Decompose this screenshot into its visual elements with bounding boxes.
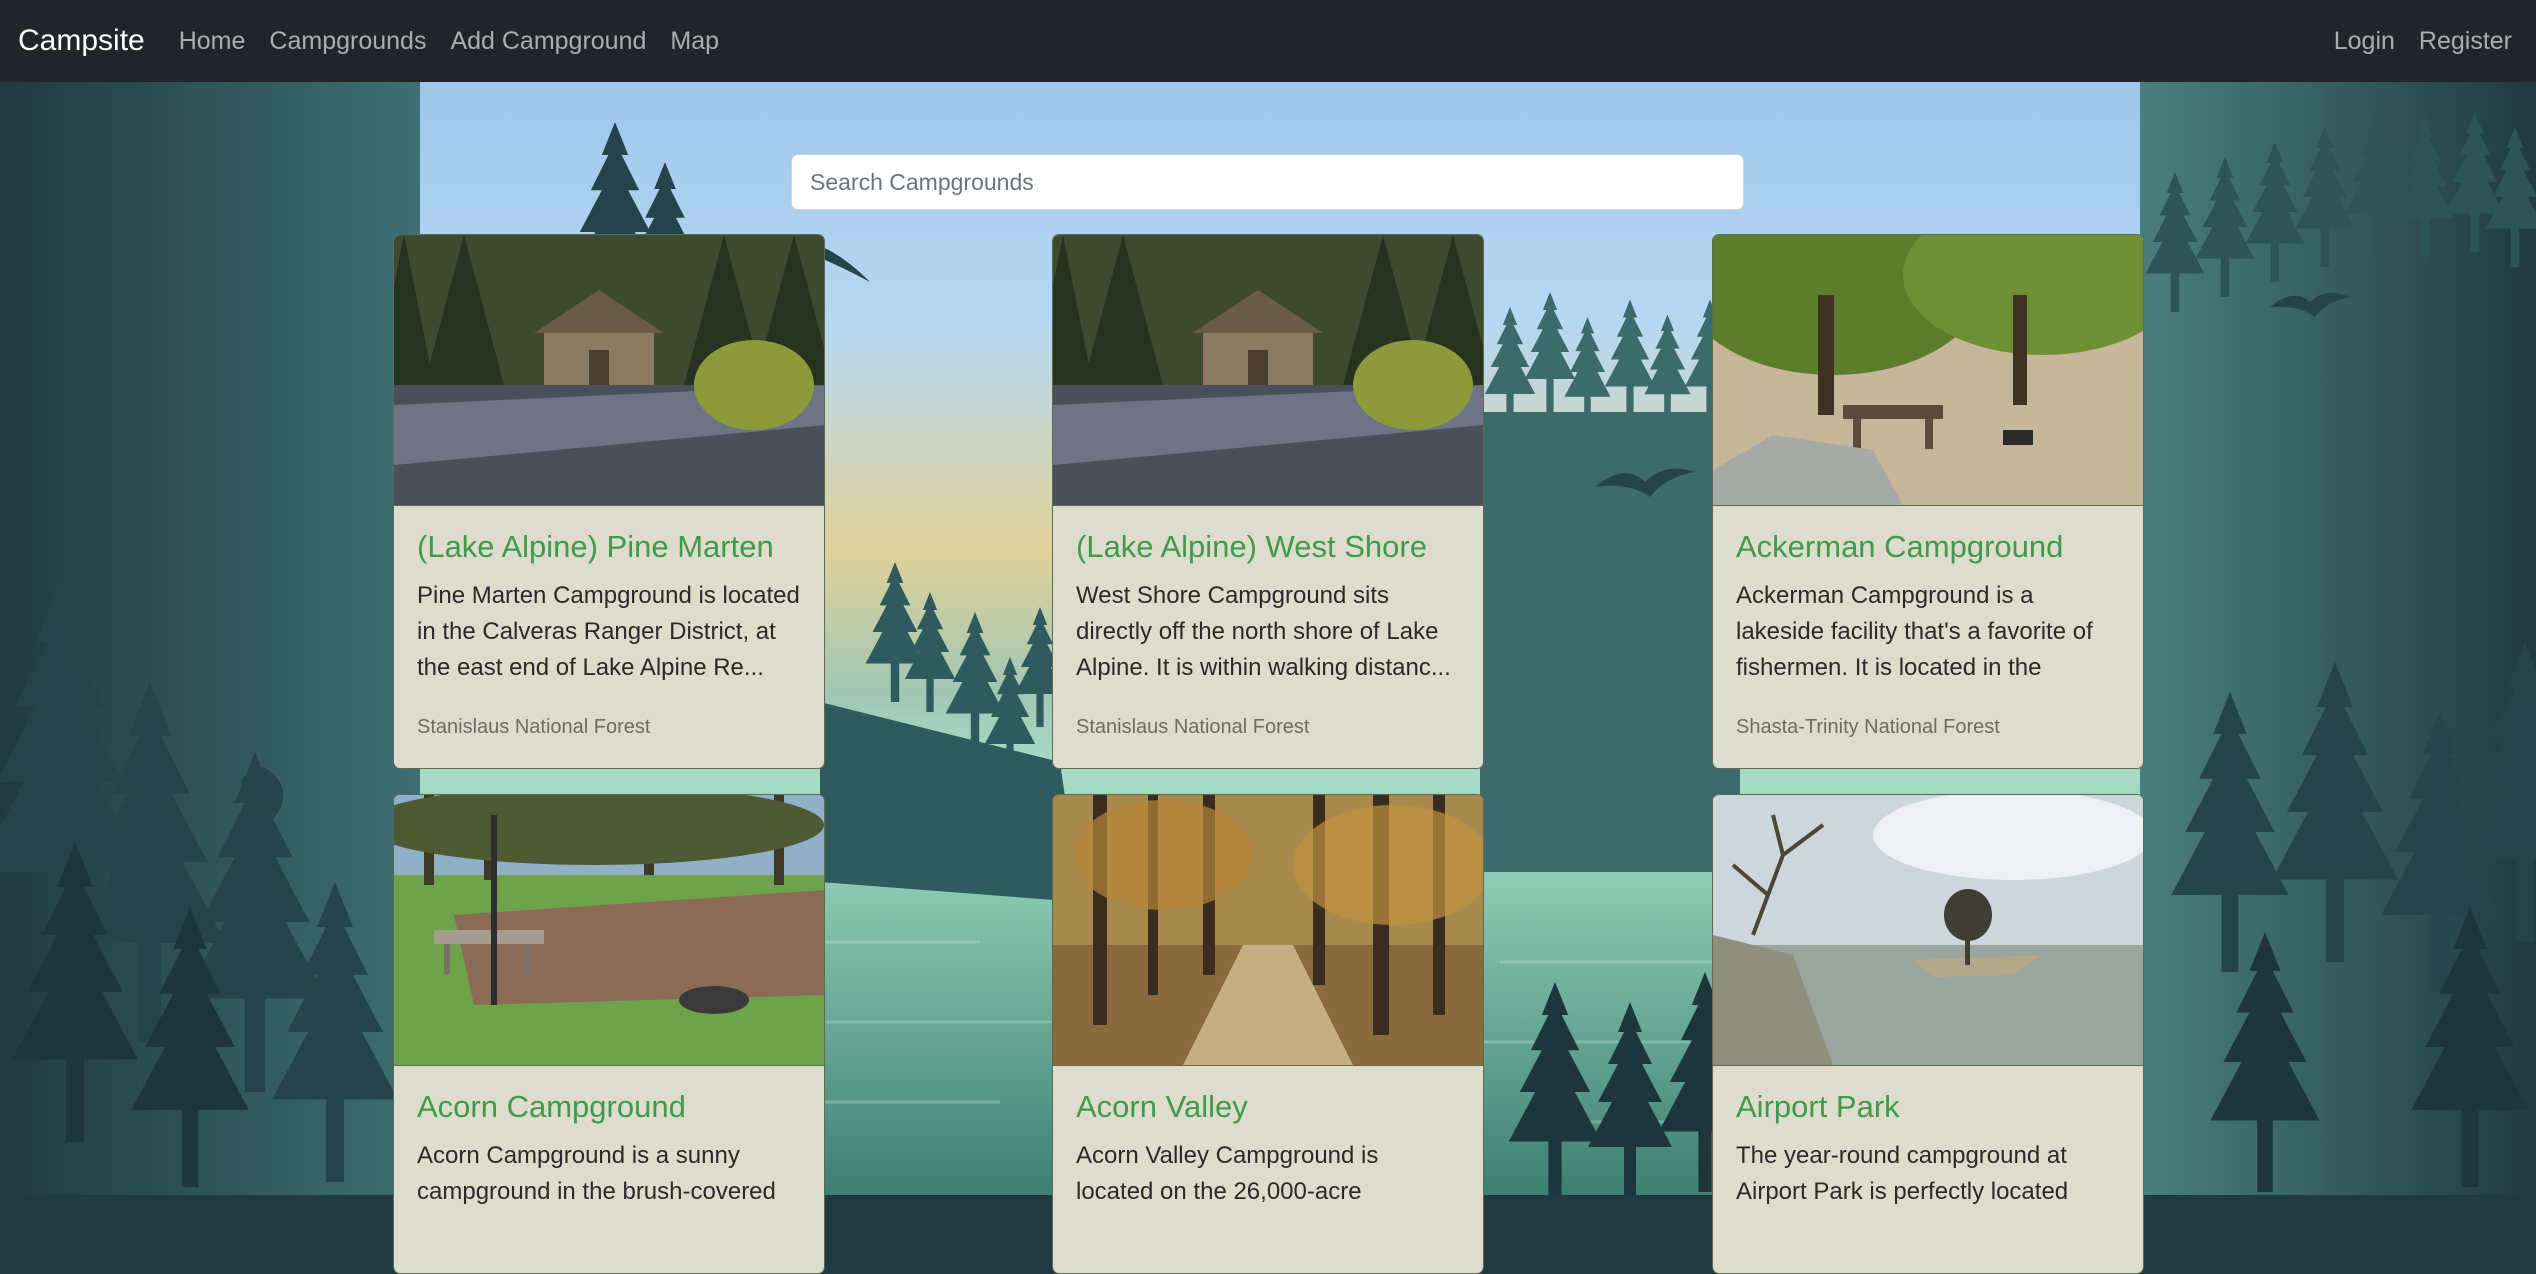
campground-description: Acorn Valley Campground is located on th… bbox=[1076, 1142, 1379, 1206]
register-link[interactable]: Register bbox=[2419, 27, 2512, 56]
campground-card[interactable]: Acorn Campground Acorn Campground is a s… bbox=[393, 794, 825, 1274]
campground-card[interactable]: Acorn Valley Acorn Valley Campground is … bbox=[1052, 794, 1484, 1274]
campground-title[interactable]: Airport Park bbox=[1736, 1090, 2120, 1124]
nav-auth-group: Login Register bbox=[2310, 27, 2518, 56]
campground-card[interactable]: (Lake Alpine) Pine Marten Pine Marten Ca… bbox=[393, 234, 825, 769]
campground-description: Ackerman Campground is a lakeside facili… bbox=[1736, 582, 2093, 682]
navbar: Campsite Home Campgrounds Add Campground… bbox=[0, 0, 2536, 82]
campground-photo bbox=[394, 795, 824, 1066]
nav-map-link[interactable]: Map bbox=[670, 27, 719, 56]
campground-description: Pine Marten Campground is located in the… bbox=[417, 582, 800, 682]
campground-card[interactable]: Airport Park The year-round campground a… bbox=[1712, 794, 2144, 1274]
campground-photo bbox=[1053, 235, 1483, 506]
campground-title[interactable]: Acorn Valley bbox=[1076, 1090, 1460, 1124]
campground-photo bbox=[1713, 235, 2143, 506]
campground-description: The year-round campground at Airport Par… bbox=[1736, 1142, 2069, 1206]
campground-description: Acorn Campground is a sunny campground i… bbox=[417, 1142, 776, 1206]
campground-location: Shasta-Trinity National Forest bbox=[1736, 716, 2000, 739]
campground-description: West Shore Campground sits directly off … bbox=[1076, 582, 1451, 682]
campground-photo bbox=[1053, 795, 1483, 1066]
campground-title[interactable]: (Lake Alpine) Pine Marten bbox=[417, 530, 801, 564]
nav-home-link[interactable]: Home bbox=[179, 27, 246, 56]
campground-location: Stanislaus National Forest bbox=[417, 716, 651, 739]
campground-photo bbox=[1713, 795, 2143, 1066]
campground-title[interactable]: (Lake Alpine) West Shore bbox=[1076, 530, 1460, 564]
campground-title[interactable]: Acorn Campground bbox=[417, 1090, 801, 1124]
brand-link[interactable]: Campsite bbox=[18, 24, 145, 58]
nav-campgrounds-link[interactable]: Campgrounds bbox=[269, 27, 426, 56]
campground-card[interactable]: (Lake Alpine) West Shore West Shore Camp… bbox=[1052, 234, 1484, 769]
login-link[interactable]: Login bbox=[2334, 27, 2395, 56]
campground-location: Stanislaus National Forest bbox=[1076, 716, 1310, 739]
campground-photo bbox=[394, 235, 824, 506]
campground-card[interactable]: Ackerman Campground Ackerman Campground … bbox=[1712, 234, 2144, 769]
campground-title[interactable]: Ackerman Campground bbox=[1736, 530, 2120, 564]
nav-add-campground-link[interactable]: Add Campground bbox=[450, 27, 646, 56]
search-input[interactable] bbox=[791, 154, 1744, 210]
